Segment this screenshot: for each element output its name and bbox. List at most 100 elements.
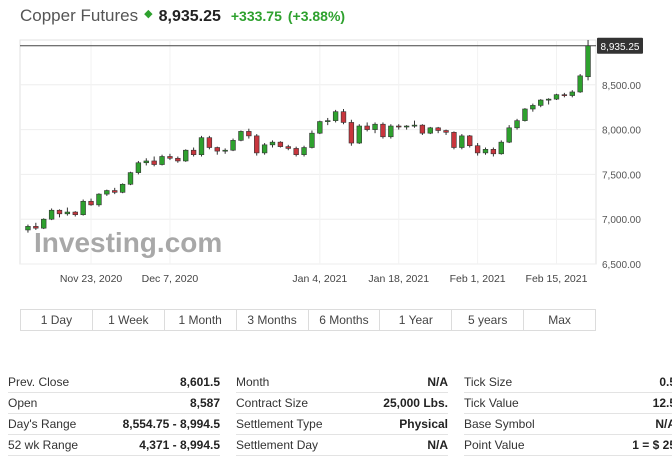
y-tick-label: 6,500.00 — [602, 260, 641, 271]
candle-body[interactable] — [474, 145, 481, 154]
candle-body[interactable] — [206, 137, 213, 148]
x-tick-label: Jan 4, 2021 — [292, 273, 347, 285]
candle-body[interactable] — [538, 99, 544, 106]
candle-body[interactable] — [119, 183, 126, 193]
candle-body[interactable] — [246, 131, 252, 137]
candle-body[interactable] — [309, 132, 315, 148]
stats-value: 4,371 - 8,994.5 — [139, 438, 220, 452]
candle-body[interactable] — [48, 209, 55, 220]
candle-body[interactable] — [88, 200, 94, 206]
candle-body[interactable] — [585, 45, 591, 78]
range-button-1-day[interactable]: 1 Day — [21, 310, 93, 330]
candle-body[interactable] — [261, 144, 268, 154]
candle-body[interactable] — [72, 211, 78, 216]
candle-body[interactable] — [151, 160, 157, 165]
candle-body[interactable] — [419, 124, 426, 134]
candle-body[interactable] — [127, 172, 134, 185]
candle-body[interactable] — [482, 149, 489, 154]
stats-row: 52 wk Range 4,371 - 8,994.5 — [8, 435, 220, 456]
candle-body[interactable] — [348, 122, 355, 144]
candle-body[interactable] — [56, 209, 63, 215]
candle-body[interactable] — [435, 127, 441, 131]
candle-body[interactable] — [33, 226, 39, 229]
range-button-max[interactable]: Max — [524, 310, 595, 330]
stats-row: Point Value 1 = $ 25 — [464, 435, 672, 456]
candle-body[interactable] — [545, 98, 552, 101]
candle-body[interactable] — [388, 125, 394, 138]
candle-body[interactable] — [167, 156, 173, 159]
candle-body[interactable] — [490, 149, 497, 155]
stats-value: 0.5 — [659, 375, 672, 389]
candle-body[interactable] — [96, 193, 102, 206]
candle-body[interactable] — [396, 125, 402, 128]
candle-body[interactable] — [183, 149, 189, 162]
candle-body[interactable] — [522, 108, 528, 121]
range-button-1-month[interactable]: 1 Month — [165, 310, 237, 330]
candle-body[interactable] — [238, 131, 244, 141]
candle-body[interactable] — [443, 130, 449, 133]
candle-body[interactable] — [332, 111, 339, 121]
candle-body[interactable] — [25, 226, 31, 231]
candle-body[interactable] — [451, 131, 457, 148]
range-button-1-year[interactable]: 1 Year — [380, 310, 453, 330]
candle-body[interactable] — [293, 148, 299, 155]
stats-row: Tick Value 12.5 — [464, 393, 672, 414]
candle-body[interactable] — [340, 111, 347, 123]
candle-body[interactable] — [411, 124, 418, 127]
candle-body[interactable] — [356, 125, 362, 144]
candle-body[interactable] — [530, 105, 536, 110]
candle-body[interactable] — [112, 190, 118, 193]
stats-label: Day's Range — [8, 417, 77, 431]
candle-body[interactable] — [372, 123, 378, 130]
range-button-1-week[interactable]: 1 Week — [93, 310, 165, 330]
stats-column: Tick Size 0.5 Tick Value 12.5 Base Symbol N/A… — [464, 372, 672, 456]
candle-body[interactable] — [561, 94, 568, 96]
candle-body[interactable] — [506, 127, 512, 143]
stats-label: Base Symbol — [464, 417, 535, 431]
candle-body[interactable] — [190, 149, 197, 155]
candle-body[interactable] — [214, 147, 220, 152]
candle-body[interactable] — [135, 162, 142, 173]
candle-body[interactable] — [317, 121, 323, 134]
stats-row: Contract Size 25,000 Lbs. — [236, 393, 448, 414]
candle-body[interactable] — [198, 137, 205, 155]
candle-body[interactable] — [553, 94, 560, 100]
investing-watermark: Investing.com — [34, 227, 222, 258]
candle-body[interactable] — [222, 149, 228, 152]
candle-body[interactable] — [41, 218, 47, 229]
stats-row: Prev. Close 8,601.5 — [8, 372, 220, 393]
candle-body[interactable] — [459, 135, 465, 148]
candle-body[interactable] — [230, 140, 236, 151]
time-range-selector: 1 Day 1 Week 1 Month 3 Months 6 Months 1 Year… — [20, 309, 596, 331]
candle-body[interactable] — [159, 156, 165, 165]
range-button-5-years[interactable]: 5 years — [452, 310, 525, 330]
candle-body[interactable] — [514, 120, 520, 129]
candle-body[interactable] — [277, 141, 284, 147]
candle-body[interactable] — [577, 75, 583, 93]
candle-body[interactable] — [285, 146, 291, 149]
candle-body[interactable] — [104, 190, 110, 195]
candle-body[interactable] — [64, 211, 71, 215]
stats-row: Open 8,587 — [8, 393, 220, 414]
candle-body[interactable] — [364, 125, 370, 130]
candle-body[interactable] — [569, 91, 575, 96]
candle-body[interactable] — [254, 135, 260, 154]
range-button-3-months[interactable]: 3 Months — [237, 310, 309, 330]
candle-body[interactable] — [80, 200, 86, 216]
candle-body[interactable] — [467, 135, 473, 147]
stats-label: 52 wk Range — [8, 438, 79, 452]
candle-body[interactable] — [427, 127, 433, 134]
stats-row: Settlement Type Physical — [236, 414, 448, 435]
candle-body[interactable] — [380, 123, 386, 138]
candle-body[interactable] — [403, 125, 410, 128]
candle-body[interactable] — [301, 147, 307, 155]
range-button-6-months[interactable]: 6 Months — [309, 310, 381, 330]
instrument-title: Copper Futures — [20, 6, 139, 25]
candle-body[interactable] — [498, 141, 504, 155]
stats-row: Settlement Day N/A — [236, 435, 448, 456]
candle-body[interactable] — [143, 160, 149, 164]
candle-body[interactable] — [325, 120, 331, 122]
price-chart[interactable]: 6,500.00 7,000.00 7,500.00 8,000.00 8,500.00… — [0, 30, 672, 296]
candle-body[interactable] — [175, 157, 181, 162]
candle-body[interactable] — [269, 141, 276, 146]
